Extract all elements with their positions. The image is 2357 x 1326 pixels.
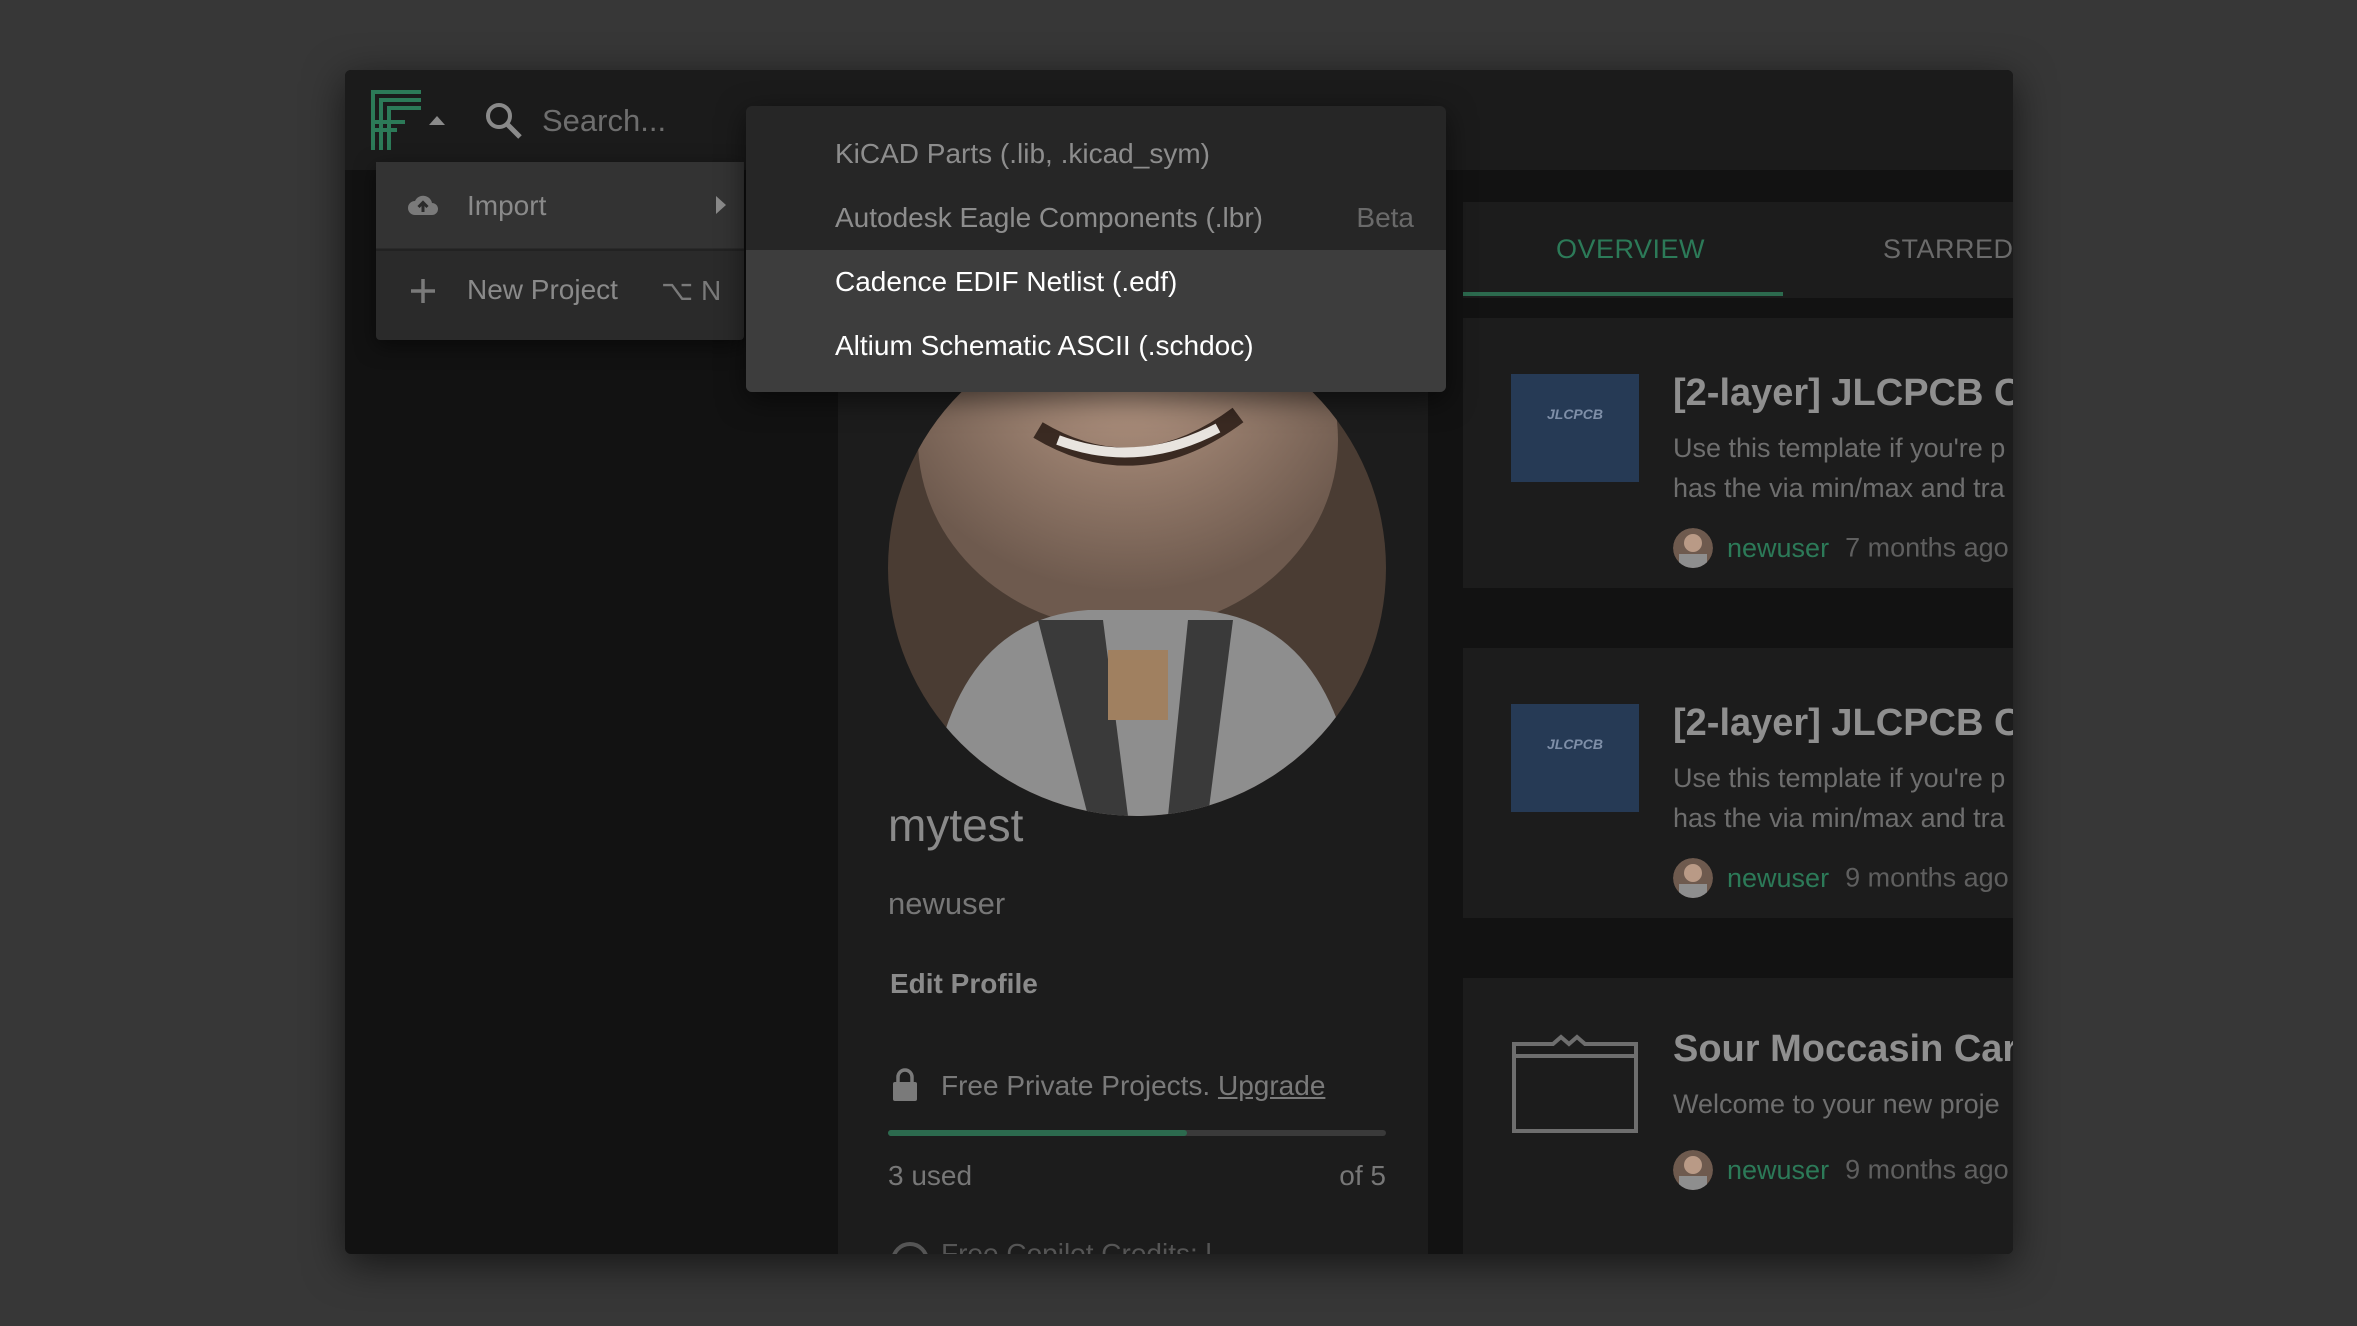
- cloud-upload-icon: [408, 195, 438, 215]
- upgrade-link[interactable]: Upgrade: [1218, 1070, 1325, 1101]
- tab-overview[interactable]: OVERVIEW: [1556, 234, 1705, 265]
- total-count: of 5: [1339, 1160, 1386, 1191]
- project-meta: newuser 9 months ago: [1673, 858, 2009, 898]
- logo-dropdown-menu: Import New Project ⌥ N: [376, 162, 744, 340]
- menu-item-import-label: Import: [467, 190, 547, 221]
- lock-icon: [893, 1068, 917, 1101]
- project-description-line: Use this template if you're p: [1673, 433, 2006, 463]
- avatar: [888, 320, 1386, 816]
- owner-username[interactable]: newuser: [1727, 1155, 1829, 1185]
- menu-divider: [376, 249, 744, 251]
- submenu-item-kicad[interactable]: KiCAD Parts (.lib, .kicad_sym): [746, 122, 1446, 186]
- menu-item-new-project-label: New Project: [467, 274, 618, 305]
- submenu-item-eagle[interactable]: Autodesk Eagle Components (.lbr) Beta: [746, 186, 1446, 250]
- owner-username[interactable]: newuser: [1727, 863, 1829, 893]
- submenu-item-label: Cadence EDIF Netlist (.edf): [835, 266, 1178, 297]
- menu-item-import[interactable]: Import: [376, 162, 744, 248]
- project-description-line: Use this template if you're p: [1673, 763, 2006, 793]
- project-description-line: has the via min/max and tra: [1673, 803, 2005, 833]
- submenu-item-label: KiCAD Parts (.lib, .kicad_sym): [835, 138, 1210, 169]
- edit-profile-button[interactable]: Edit Profile: [890, 968, 1038, 1000]
- new-project-shortcut: ⌥ N: [661, 275, 722, 306]
- project-thumbnail: JLCPCB: [1511, 374, 1639, 482]
- private-projects-progress: [888, 1130, 1386, 1136]
- project-description-line: Welcome to your new proje: [1673, 1089, 2000, 1119]
- thumbnail-label: JLCPCB: [1546, 736, 1603, 752]
- project-card[interactable]: JLCPCB [2-layer] JLCPCB Co Use this temp…: [1463, 648, 2013, 918]
- owner-avatar: [1673, 858, 1713, 898]
- project-description-line: has the via min/max and tra: [1673, 473, 2005, 503]
- chevron-right-icon: [716, 196, 726, 214]
- tab-starred[interactable]: STARRED: [1883, 234, 2013, 265]
- project-updated-time: 9 months ago: [1845, 1154, 2009, 1185]
- project-title[interactable]: [2-layer] JLCPCB Co: [1673, 702, 2013, 745]
- submenu-item-cadence[interactable]: Cadence EDIF Netlist (.edf): [746, 250, 1446, 314]
- app-window: mytest newuser Edit Profile Free Private…: [345, 70, 2013, 1254]
- menu-item-new-project[interactable]: New Project ⌥ N: [376, 252, 744, 338]
- project-card[interactable]: Sour Moccasin Car Welcome to your new pr…: [1463, 978, 2013, 1254]
- owner-avatar: [1673, 528, 1713, 568]
- copilot-credits-text: Free Copilot Credits: l...: [941, 1238, 1236, 1254]
- flux-logo-icon[interactable]: [369, 88, 425, 152]
- project-card[interactable]: JLCPCB [2-layer] JLCPCB Co Use this temp…: [1463, 318, 2013, 588]
- project-meta: newuser 7 months ago: [1673, 528, 2009, 568]
- project-title[interactable]: Sour Moccasin Car: [1673, 1028, 2013, 1071]
- submenu-item-label: Autodesk Eagle Components (.lbr): [835, 202, 1263, 233]
- project-title[interactable]: [2-layer] JLCPCB Co: [1673, 372, 2013, 415]
- project-updated-time: 7 months ago: [1845, 532, 2009, 563]
- profile-username: newuser: [888, 886, 1006, 921]
- plus-icon: [411, 279, 435, 303]
- active-tab-indicator: [1463, 292, 1783, 296]
- search-input[interactable]: [540, 94, 744, 148]
- folder-icon: [1512, 1034, 1638, 1133]
- used-count: 3 used: [888, 1160, 973, 1191]
- owner-username[interactable]: newuser: [1727, 533, 1829, 563]
- progress-fill: [888, 1130, 1187, 1136]
- import-submenu: KiCAD Parts (.lib, .kicad_sym) Autodesk …: [746, 106, 1446, 392]
- project-updated-time: 9 months ago: [1845, 862, 2009, 893]
- project-tabs: OVERVIEW STARRED: [1463, 202, 2013, 298]
- beta-badge: Beta: [1356, 202, 1414, 233]
- submenu-item-label: Altium Schematic ASCII (.schdoc): [835, 330, 1254, 361]
- thumbnail-label: JLCPCB: [1546, 406, 1603, 422]
- project-meta: newuser 9 months ago: [1673, 1150, 2009, 1190]
- owner-avatar: [1673, 1150, 1713, 1190]
- submenu-item-altium[interactable]: Altium Schematic ASCII (.schdoc): [746, 314, 1446, 378]
- project-thumbnail: JLCPCB: [1511, 704, 1639, 812]
- logo-caret-icon[interactable]: [429, 116, 445, 125]
- private-projects-label: Free Private Projects.: [941, 1070, 1211, 1101]
- profile-name: mytest: [888, 799, 1024, 851]
- private-projects-text: Free Private Projects. Upgrade: [941, 1070, 1325, 1102]
- search-icon: [486, 103, 522, 139]
